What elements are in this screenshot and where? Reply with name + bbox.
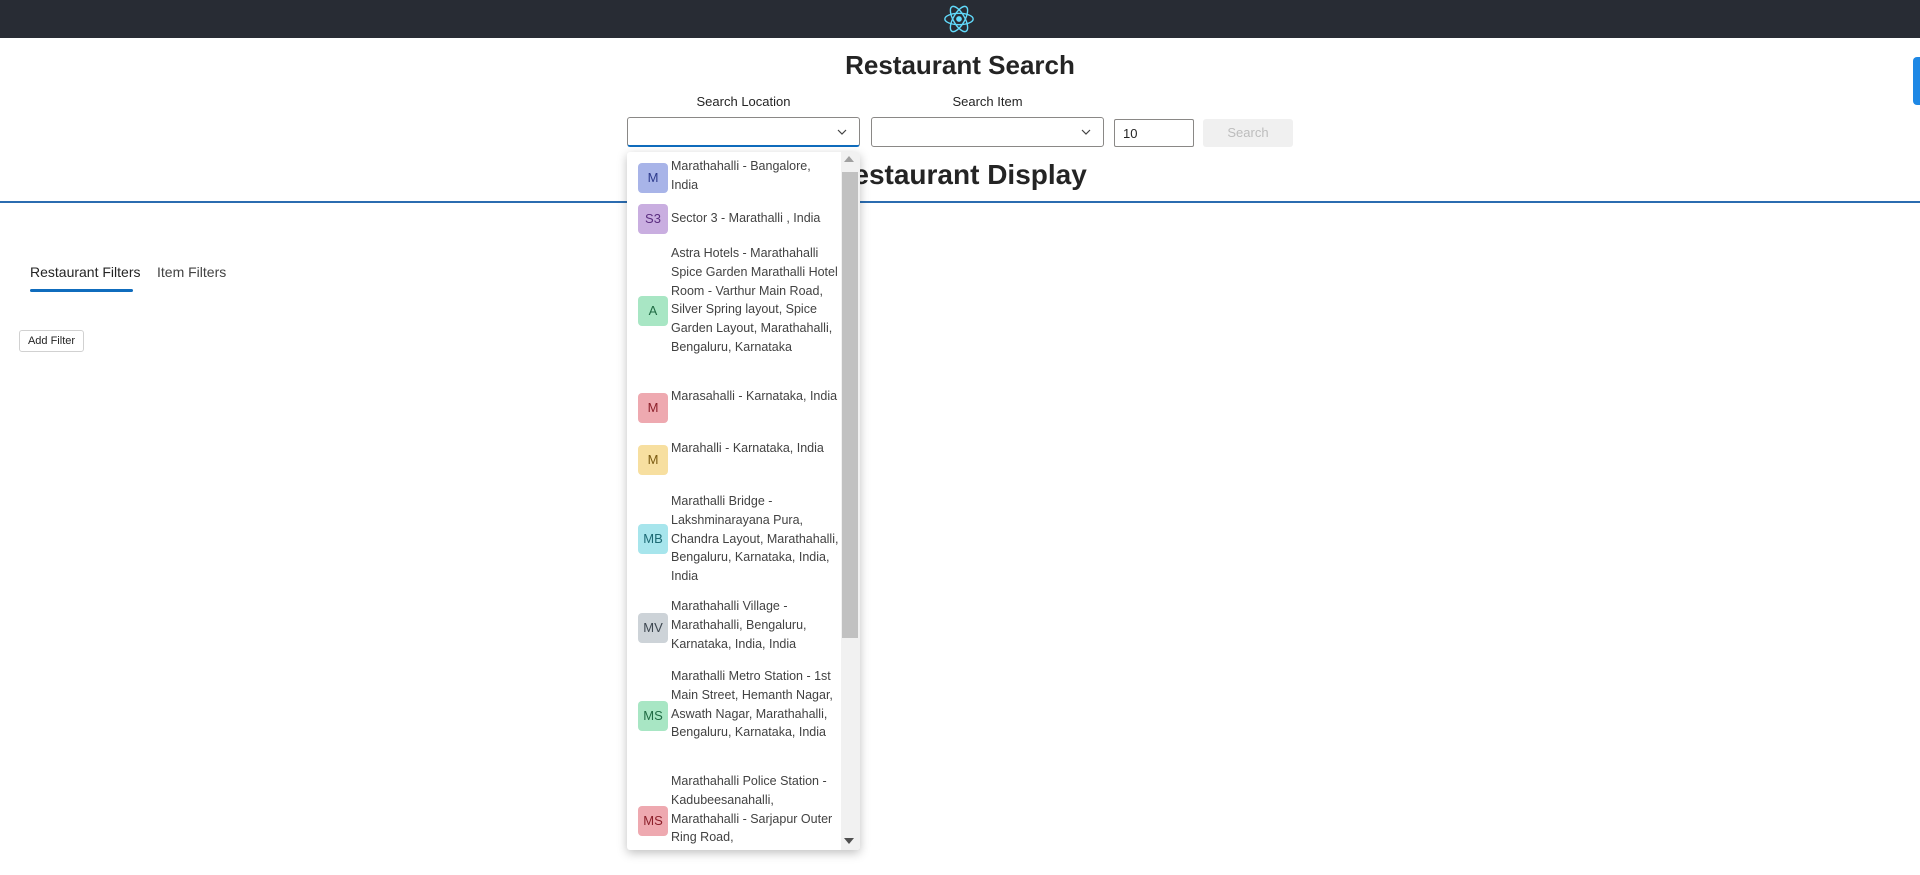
- search-button[interactable]: Search: [1203, 119, 1293, 147]
- avatar: M: [638, 163, 668, 193]
- search-item-label: Search Item: [952, 94, 1023, 109]
- dropdown-option[interactable]: MS Marathalli Metro Station - 1st Main S…: [627, 661, 841, 767]
- dropdown-options: M Marathahalli - Bangalore, India S3 Sec…: [627, 152, 841, 850]
- dropdown-option[interactable]: MS Marathahalli Police Station - Kadubee…: [627, 767, 841, 850]
- tab-restaurant-filters[interactable]: Restaurant Filters: [30, 263, 140, 281]
- add-filter-button[interactable]: Add Filter: [19, 330, 84, 352]
- dropdown-option[interactable]: A Astra Hotels - Marathahalli Spice Gard…: [627, 237, 841, 384]
- option-label: Marathalli Metro Station - 1st Main Stre…: [671, 669, 833, 740]
- option-label: Astra Hotels - Marathahalli Spice Garden…: [671, 246, 838, 354]
- scroll-up-arrow-icon[interactable]: [844, 156, 854, 162]
- top-bar: [0, 0, 1920, 38]
- section-title: Restaurant Display: [833, 159, 1087, 190]
- avatar: S3: [638, 204, 668, 234]
- section-divider: [0, 201, 1920, 203]
- react-atom-icon: [944, 5, 974, 33]
- option-label: Marasahalli - Karnataka, India: [671, 389, 838, 403]
- location-dropdown-list: M Marathahalli - Bangalore, India S3 Sec…: [627, 152, 860, 850]
- dropdown-option[interactable]: S3 Sector 3 - Marathalli , India: [627, 200, 841, 237]
- chevron-down-icon[interactable]: [837, 127, 847, 137]
- option-label: Marathalli Bridge - Lakshminarayana Pura…: [671, 494, 839, 584]
- scrollbar-thumb[interactable]: [842, 172, 858, 638]
- avatar: MS: [638, 701, 668, 731]
- option-label: Marathahalli - Bangalore, India: [671, 159, 811, 192]
- search-item-combobox[interactable]: [871, 117, 1104, 147]
- search-location-combobox[interactable]: [627, 117, 860, 147]
- avatar: M: [638, 393, 668, 423]
- dropdown-option[interactable]: M Marathahalli - Bangalore, India: [627, 152, 841, 200]
- option-label: Marathahalli Police Station - Kadubeesan…: [671, 774, 833, 845]
- dropdown-option[interactable]: M Marasahalli - Karnataka, India: [627, 384, 841, 435]
- avatar: M: [638, 445, 668, 475]
- option-label: Sector 3 - Marathalli , India: [671, 211, 821, 225]
- dropdown-option[interactable]: MV Marathahalli Village - Marathahalli, …: [627, 592, 841, 661]
- scroll-down-arrow-icon[interactable]: [844, 838, 854, 844]
- chevron-down-icon[interactable]: [1081, 127, 1091, 137]
- dropdown-option[interactable]: M Marahalli - Karnataka, India: [627, 435, 841, 485]
- avatar: MS: [638, 806, 668, 836]
- result-count-input[interactable]: [1114, 119, 1194, 147]
- avatar: MV: [638, 613, 668, 643]
- tab-item-filters[interactable]: Item Filters: [157, 263, 226, 281]
- dropdown-option[interactable]: MB Marathalli Bridge - Lakshminarayana P…: [627, 485, 841, 592]
- option-label: Marathahalli Village - Marathahalli, Ben…: [671, 599, 807, 651]
- avatar: MB: [638, 524, 668, 554]
- page-title: Restaurant Search: [845, 50, 1075, 80]
- tab-selected-indicator: [30, 289, 133, 292]
- option-label: Marahalli - Karnataka, India: [671, 441, 824, 455]
- avatar: A: [638, 296, 668, 326]
- search-location-label: Search Location: [696, 94, 791, 109]
